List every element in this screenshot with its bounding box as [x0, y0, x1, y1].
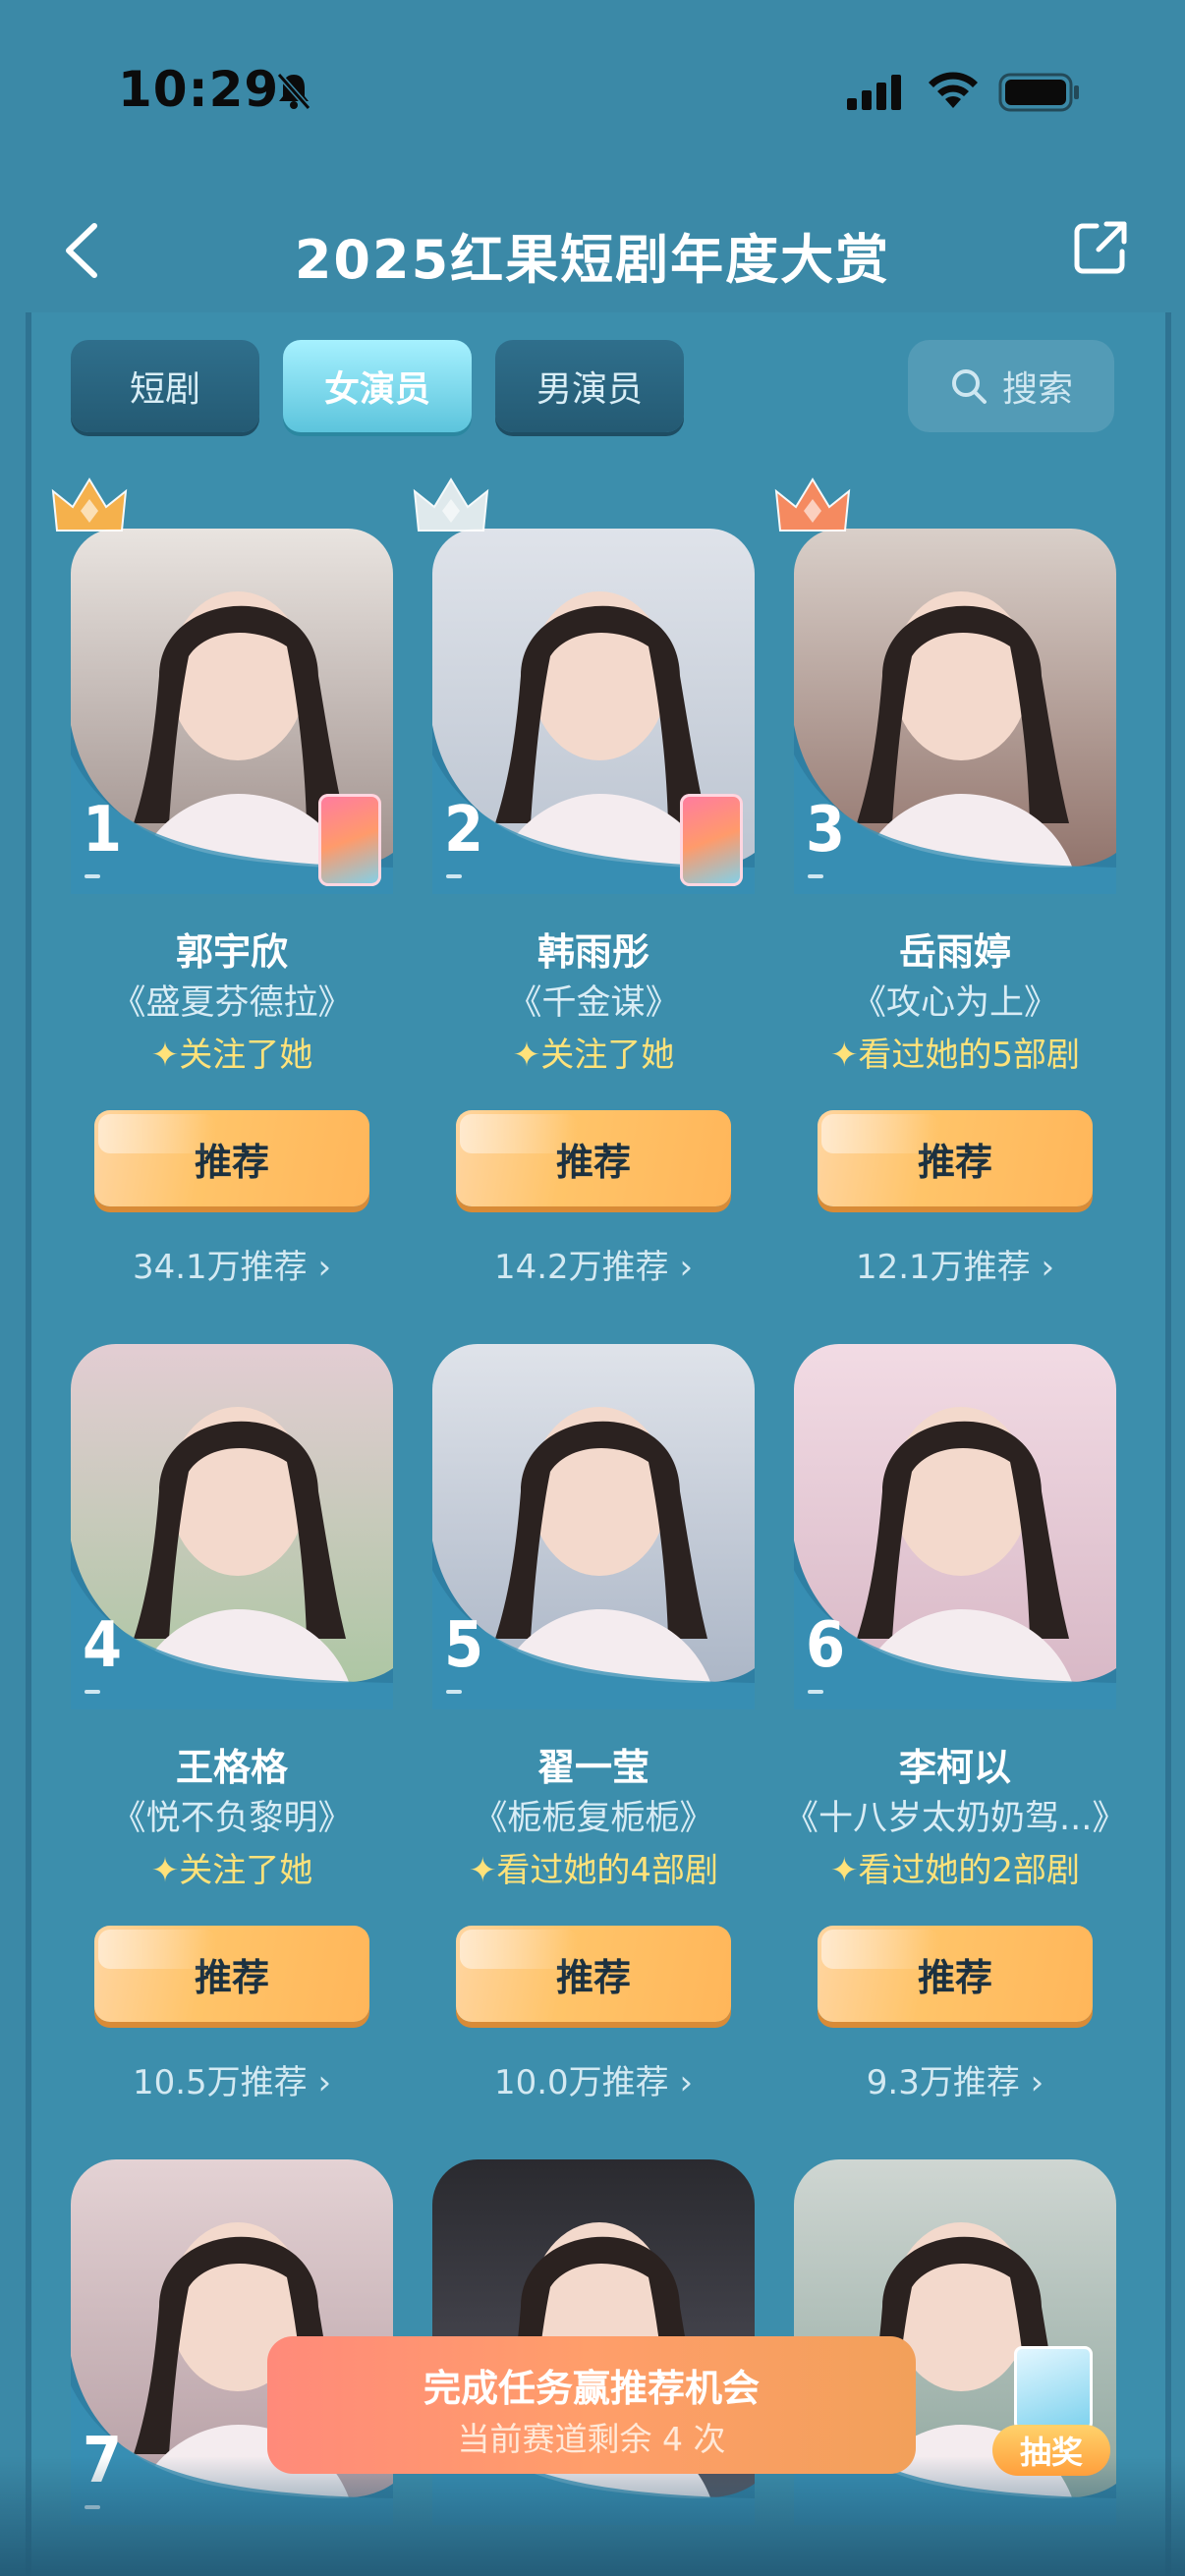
- relation-note: ✦关注了她: [512, 1036, 675, 1075]
- status-bar: 10:29: [0, 0, 1185, 177]
- clock: 10:29: [118, 61, 280, 118]
- search-icon: [951, 369, 987, 404]
- tab-actor[interactable]: 男演员: [495, 340, 684, 432]
- drama-title[interactable]: 《十八岁太奶奶驾...》: [784, 1790, 1126, 1840]
- relation-note: ✦看过她的5部剧: [829, 1036, 1081, 1075]
- relation-note: ✦关注了她: [150, 1851, 313, 1890]
- recommend-button[interactable]: 推荐: [818, 1926, 1093, 2022]
- drama-title[interactable]: 《栀栀复栀栀》: [423, 1790, 764, 1840]
- actress-name: 岳雨婷: [898, 930, 1011, 974]
- rank-underline: [85, 874, 100, 878]
- sparkle-badge-icon: [680, 794, 743, 886]
- lottery-button[interactable]: 抽奖: [992, 2425, 1110, 2476]
- recommend-button[interactable]: 推荐: [456, 1110, 731, 1206]
- search-button[interactable]: 搜索: [908, 340, 1114, 432]
- bottom-fade: [0, 2456, 1185, 2576]
- crown-icon: [51, 477, 128, 532]
- rank-number: 1: [83, 794, 123, 867]
- rank-underline: [85, 1690, 100, 1694]
- rank-number: 5: [444, 1609, 484, 1682]
- drama-title[interactable]: 《千金谋》: [423, 975, 764, 1025]
- drama-title[interactable]: 《攻心为上》: [784, 975, 1126, 1025]
- rank-underline: [808, 874, 823, 878]
- relation-note: ✦关注了她: [150, 1036, 313, 1075]
- battery-icon: [998, 73, 1079, 112]
- crown-icon: [774, 477, 851, 532]
- recommend-count-link[interactable]: 10.5万推荐 ›: [71, 2055, 393, 2103]
- actress-name: 郭宇欣: [175, 930, 288, 974]
- recommend-button[interactable]: 推荐: [456, 1926, 731, 2022]
- tab-actress[interactable]: 女演员: [283, 340, 472, 432]
- recommend-button[interactable]: 推荐: [94, 1926, 369, 2022]
- actress-name: 王格格: [175, 1746, 288, 1789]
- drama-title[interactable]: 《盛夏芬德拉》: [61, 975, 403, 1025]
- recommend-button[interactable]: 推荐: [818, 1110, 1093, 1206]
- task-banner[interactable]: 完成任务赢推荐机会 当前赛道剩余 4 次: [267, 2336, 916, 2474]
- rank-number: 2: [444, 794, 484, 867]
- nav-header: 2025红果短剧年度大赏: [0, 196, 1185, 305]
- sparkle-badge-icon: [318, 794, 381, 886]
- recommend-count-link[interactable]: 9.3万推荐 ›: [794, 2055, 1116, 2103]
- rank-number: 3: [806, 794, 846, 867]
- recommend-count-link[interactable]: 34.1万推荐 ›: [71, 1240, 393, 1288]
- rank-underline: [446, 874, 462, 878]
- share-icon[interactable]: [1071, 218, 1130, 277]
- task-title: 完成任务赢推荐机会: [423, 2367, 760, 2410]
- recommend-count-link[interactable]: 12.1万推荐 ›: [794, 1240, 1116, 1288]
- tab-short-drama[interactable]: 短剧: [71, 340, 259, 432]
- recommend-count-link[interactable]: 14.2万推荐 ›: [432, 1240, 755, 1288]
- task-subtitle: 当前赛道剩余 4 次: [457, 2420, 726, 2458]
- drama-title[interactable]: 《悦不负黎明》: [61, 1790, 403, 1840]
- actress-name: 翟一莹: [536, 1746, 649, 1789]
- actress-name: 韩雨彤: [536, 930, 649, 974]
- crown-icon: [413, 477, 489, 532]
- page-title: 2025红果短剧年度大赏: [294, 229, 891, 291]
- cellular-signal-icon: [847, 75, 901, 110]
- rank-number: 6: [806, 1609, 846, 1682]
- rank-underline: [808, 1690, 823, 1694]
- recommend-button[interactable]: 推荐: [94, 1110, 369, 1206]
- silent-bell-icon: [276, 73, 311, 110]
- wifi-icon: [929, 72, 978, 108]
- lottery-card-icon[interactable]: [1014, 2346, 1093, 2431]
- relation-note: ✦看过她的4部剧: [468, 1851, 719, 1890]
- actress-name: 李柯以: [898, 1746, 1011, 1789]
- relation-note: ✦看过她的2部剧: [829, 1851, 1081, 1890]
- rank-number: 4: [83, 1609, 123, 1682]
- recommend-count-link[interactable]: 10.0万推荐 ›: [432, 2055, 755, 2103]
- rank-underline: [446, 1690, 462, 1694]
